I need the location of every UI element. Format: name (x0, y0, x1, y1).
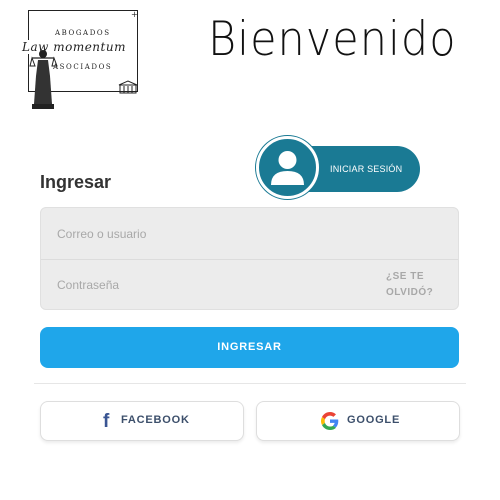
email-field[interactable]: Correo o usuario (57, 227, 146, 241)
logo-plus-mark: + (131, 10, 138, 19)
forgot-password-link[interactable]: ¿SE TE OLVIDÓ? (386, 269, 436, 301)
facebook-login-button[interactable]: f FACEBOOK (40, 401, 244, 441)
building-icon (118, 80, 138, 94)
submit-login-button[interactable]: INGRESAR (40, 327, 459, 368)
forgot-line-1: ¿SE TE (386, 271, 425, 282)
facebook-label: FACEBOOK (121, 414, 190, 426)
password-field[interactable]: Contraseña (57, 278, 119, 292)
welcome-heading: Bienvenido (208, 12, 457, 67)
firm-logo: + ABOGADOS Law momentum ASOCIADOS (20, 8, 142, 112)
forgot-line-2: OLVIDÓ? (386, 287, 434, 298)
user-silhouette-icon (271, 151, 304, 185)
form-title: Ingresar (40, 172, 112, 192)
user-avatar-icon[interactable] (256, 136, 319, 199)
facebook-icon: f (103, 411, 110, 432)
logo-top-text: ABOGADOS (55, 29, 111, 37)
login-fields-group: Correo o usuario Contraseña ¿SE TE OLVID… (40, 207, 459, 310)
google-login-button[interactable]: GOOGLE (256, 401, 460, 441)
section-divider (34, 383, 466, 384)
justice-figure-icon (29, 50, 58, 109)
google-label: GOOGLE (347, 414, 401, 426)
fields-divider (41, 259, 458, 260)
google-icon (321, 412, 339, 430)
logo-bottom-text: ASOCIADOS (53, 63, 113, 71)
login-pill-label[interactable]: INICIAR SESIÓN (330, 164, 402, 174)
